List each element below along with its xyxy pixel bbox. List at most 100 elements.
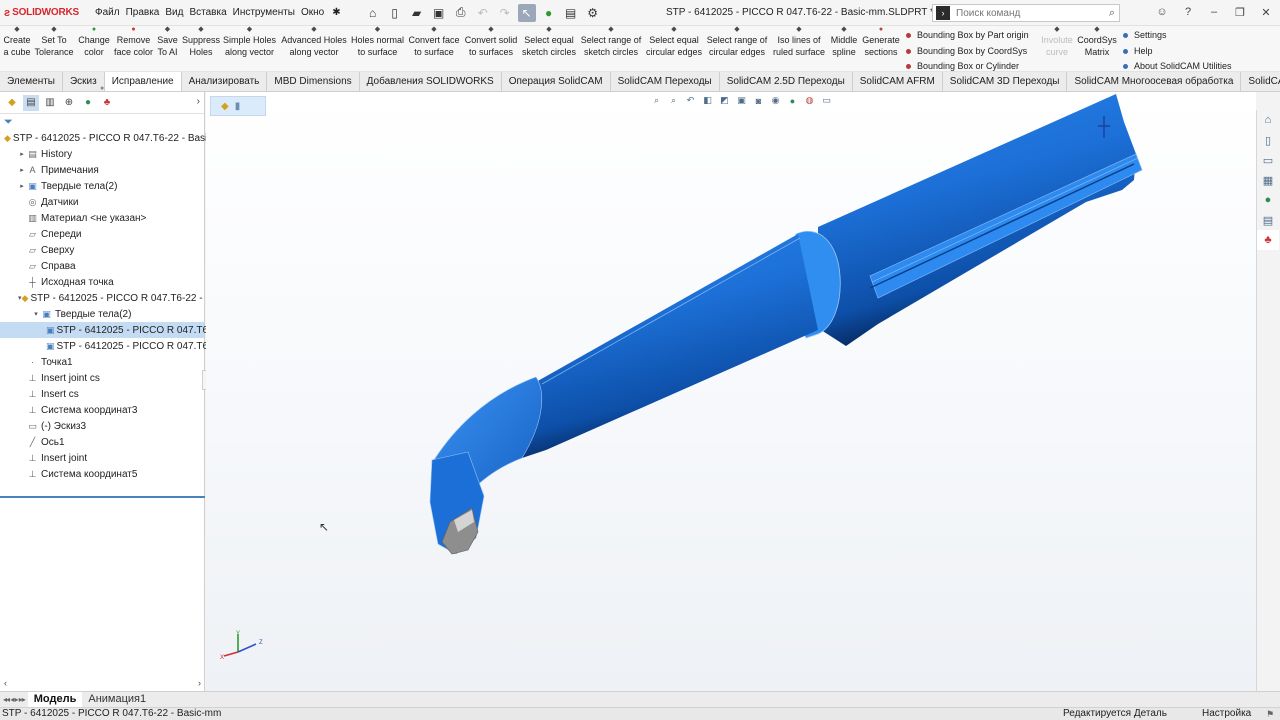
filter-icon[interactable]: ⏷: [0, 114, 204, 130]
tab-solidcam-transitions[interactable]: SolidCAM Переходы: [611, 72, 720, 91]
options-gear-icon[interactable]: ⚙: [584, 4, 602, 22]
bounding-box-coordsys[interactable]: Bounding Box by CoordSys: [906, 44, 1029, 60]
file-explorer-icon[interactable]: ▭: [1257, 150, 1279, 170]
status-settings[interactable]: Настройка: [1202, 708, 1251, 720]
tree-item[interactable]: ▸ A Примечания: [0, 162, 204, 178]
iso-lines-button[interactable]: ◆ Iso lines of ruled surface: [770, 26, 828, 72]
view-palette-icon[interactable]: ▦: [1257, 170, 1279, 190]
tab-model[interactable]: Модель: [27, 692, 83, 707]
tree-item[interactable]: ▸ ▤ History: [0, 146, 204, 162]
custom-properties-icon[interactable]: ▤: [1257, 210, 1279, 230]
tree-item[interactable]: ▱ Спереди: [0, 226, 204, 242]
select-range-circular-edges-button[interactable]: ◆ Select range of circular edges: [704, 26, 770, 72]
configuration-manager-icon[interactable]: ▥: [42, 95, 58, 111]
solidcam-manager-icon[interactable]: ♣: [99, 95, 115, 111]
display-manager-icon[interactable]: ●: [80, 95, 96, 111]
search-icon[interactable]: ⌕: [1109, 7, 1115, 20]
tab-repair[interactable]: Исправление: [104, 72, 182, 91]
user-icon[interactable]: ☺: [1154, 4, 1170, 20]
tree-item[interactable]: ▱ Сверху: [0, 242, 204, 258]
tree-item[interactable]: ▾ ◆ STP - 6412025 - PICCO R 047.T6-22 - Ba: [0, 290, 218, 306]
solidcam-taskpane-icon[interactable]: ♣: [1257, 230, 1279, 250]
middle-spline-button[interactable]: ◆ Middle spline: [828, 26, 860, 72]
set-to-tolerance-button[interactable]: ◆ Set To Tolerance: [33, 26, 75, 72]
tree-item[interactable]: ⊥ Insert joint cs: [0, 370, 204, 386]
tree-item[interactable]: ▾ ▣ Твердые тела(2): [0, 306, 204, 322]
tab-solidcam-operation[interactable]: Операция SolidCAM: [502, 72, 611, 91]
simple-holes-button[interactable]: ◆ Simple Holes along vector: [221, 26, 278, 72]
save-icon[interactable]: ▣: [430, 4, 448, 22]
appearances-icon[interactable]: ●: [1257, 190, 1279, 210]
drag-handle-icon[interactable]: ●: [100, 85, 104, 92]
new-document-icon[interactable]: ▯: [386, 4, 404, 22]
chevron-right-icon[interactable]: ›: [197, 96, 200, 107]
minimize-icon[interactable]: –: [1206, 4, 1222, 20]
graphics-viewport[interactable]: ◆ ▮ ⌕ ⌕ ↶ ◧ ◩ ▣ ◙ ◉ ● ◍ ▭ X Y Z ↖: [206, 92, 1256, 692]
close-icon[interactable]: ✕: [1258, 4, 1274, 20]
menu-tools[interactable]: Инструменты: [230, 7, 298, 18]
menu-file[interactable]: Файл: [92, 7, 123, 18]
status-units-icon[interactable]: ⚑: [1266, 708, 1274, 720]
tree-item[interactable]: ╱ Ось1: [0, 434, 204, 450]
redo-icon[interactable]: ↷: [496, 4, 514, 22]
select-range-sketch-circles-button[interactable]: ◆ Select range of sketch circles: [578, 26, 644, 72]
menu-edit[interactable]: Правка: [123, 7, 163, 18]
file-properties-icon[interactable]: ▤: [562, 4, 580, 22]
advanced-holes-button[interactable]: ◆ Advanced Holes along vector: [279, 26, 349, 72]
tab-mbd-dimensions[interactable]: MBD Dimensions: [267, 72, 360, 91]
convert-solid-button[interactable]: ◆ Convert solid to surfaces: [462, 26, 520, 72]
save-to-ai-button[interactable]: ◆ Save To AI: [155, 26, 180, 72]
create-cube-button[interactable]: ◆ Create a cube: [2, 26, 32, 72]
rebuild-icon[interactable]: ●: [540, 4, 558, 22]
remove-face-color-button[interactable]: ● Remove face color: [112, 26, 155, 72]
tab-solidcam-afrm[interactable]: SolidCAM AFRM: [853, 72, 943, 91]
tree-item[interactable]: ▱ Справа: [0, 258, 204, 274]
coordsys-matrix-button[interactable]: ◆ CoordSys Matrix: [1076, 26, 1118, 72]
expand-toggle-icon[interactable]: ▸: [18, 182, 26, 190]
solidworks-resources-icon[interactable]: ⌂: [1257, 110, 1279, 130]
tab-animation[interactable]: Анимация1: [82, 692, 152, 707]
pin-icon[interactable]: ✱: [329, 7, 343, 18]
tree-horizontal-scrollbar[interactable]: ‹ ›: [0, 676, 205, 690]
design-library-icon[interactable]: ▯: [1257, 130, 1279, 150]
suppress-holes-button[interactable]: ◆ Suppress Holes: [181, 26, 221, 72]
dimxpert-icon[interactable]: ⊕: [61, 95, 77, 111]
tree-item[interactable]: ▣ STP - 6412025 - PICCO R 047.T6-: [0, 322, 211, 338]
tab-solidcam-more[interactable]: SolidCAM ... S: [1241, 72, 1280, 91]
open-icon[interactable]: ▰: [408, 4, 426, 22]
involute-curve-button[interactable]: ◆ Involute curve: [1039, 26, 1075, 72]
property-manager-icon[interactable]: ▤: [23, 94, 39, 111]
tab-features[interactable]: Элементы: [0, 72, 63, 91]
scroll-right-icon[interactable]: ›: [198, 678, 201, 688]
menu-insert[interactable]: Вставка: [186, 7, 229, 18]
change-color-button[interactable]: ● Change color: [76, 26, 112, 72]
convert-face-button[interactable]: ◆ Convert face to surface: [406, 26, 462, 72]
tree-item[interactable]: ⊥ Insert joint: [0, 450, 204, 466]
tab-evaluate[interactable]: Анализировать: [182, 72, 268, 91]
command-search[interactable]: › ⌕: [932, 4, 1120, 22]
rollback-bar[interactable]: [0, 496, 205, 498]
holes-normal-button[interactable]: ◆ Holes normal to surface: [349, 26, 406, 72]
help-icon[interactable]: ?: [1180, 4, 1196, 20]
undo-icon[interactable]: ↶: [474, 4, 492, 22]
tab-solidcam-multiaxis[interactable]: SolidCAM Многоосевая обработка: [1067, 72, 1242, 91]
tree-item[interactable]: ▭ (-) Эскиз3: [0, 418, 204, 434]
generate-sections-button[interactable]: ● Generate sections: [860, 26, 902, 72]
help-item[interactable]: Help: [1123, 44, 1232, 60]
tree-item[interactable]: ◆ STP - 6412025 - PICCO R 047.T6-22 - Bas…: [0, 130, 216, 146]
tree-item[interactable]: ▥ Материал <не указан>: [0, 210, 204, 226]
tree-item[interactable]: · Точка1: [0, 354, 204, 370]
expand-toggle-icon[interactable]: ▸: [18, 150, 26, 158]
tree-item[interactable]: ⊥ Система координат3: [0, 402, 204, 418]
tree-item[interactable]: ▣ STP - 6412025 - PICCO R 047.T6-: [0, 338, 211, 354]
print-icon[interactable]: ⎙: [452, 4, 470, 22]
home-icon[interactable]: ⌂: [364, 4, 382, 22]
bounding-box-part-origin[interactable]: Bounding Box by Part origin: [906, 28, 1029, 44]
feature-tree-icon[interactable]: ◆: [4, 95, 20, 111]
model-boring-bar[interactable]: [206, 92, 1256, 692]
select-cursor-icon[interactable]: ↖: [517, 3, 536, 22]
scroll-left-icon[interactable]: ‹: [4, 678, 7, 688]
tab-solidcam-3d[interactable]: SolidCAM 3D Переходы: [943, 72, 1068, 91]
tree-item[interactable]: ⊥ Система координат5: [0, 466, 204, 482]
expand-toggle-icon[interactable]: ▾: [32, 310, 40, 318]
